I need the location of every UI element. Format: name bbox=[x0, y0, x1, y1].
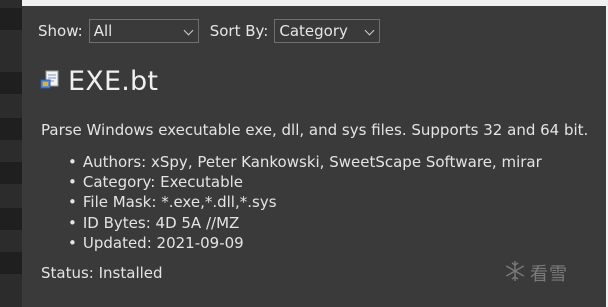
template-detail-panel: Show: All Sort By: Category EXE.bt Parse… bbox=[22, 6, 606, 307]
detail-value: Executable bbox=[160, 173, 243, 192]
detail-id-bytes: • ID Bytes: 4D 5A //MZ bbox=[68, 213, 240, 232]
show-label: Show: bbox=[38, 22, 83, 40]
gutter-cell bbox=[0, 8, 22, 30]
sort-by-label: Sort By: bbox=[209, 22, 269, 40]
detail-value: *.exe,*.dll,*.sys bbox=[161, 193, 277, 212]
show-select-value: All bbox=[93, 22, 113, 40]
sort-select-value: Category bbox=[279, 22, 348, 40]
filter-toolbar: Show: All Sort By: Category bbox=[38, 18, 381, 44]
detail-updated: • Updated: 2021-09-09 bbox=[68, 233, 244, 252]
detail-value: 2021-09-09 bbox=[156, 233, 244, 252]
gutter-cell bbox=[0, 72, 22, 94]
snowflake-icon bbox=[504, 260, 526, 286]
script-file-icon bbox=[40, 69, 62, 95]
show-select[interactable]: All bbox=[88, 19, 199, 43]
sort-by-select[interactable]: Category bbox=[274, 19, 381, 43]
template-title: EXE.bt bbox=[68, 66, 159, 97]
detail-category: • Category: Executable bbox=[68, 173, 243, 192]
watermark-text: 看雪 bbox=[530, 264, 568, 285]
template-header: EXE.bt bbox=[40, 66, 158, 97]
install-status: Status: Installed bbox=[41, 264, 163, 282]
gutter-cell bbox=[0, 162, 22, 184]
detail-file-mask: • File Mask: *.exe,*.dll,*.sys bbox=[68, 193, 277, 212]
detail-value: 4D 5A //MZ bbox=[155, 213, 240, 232]
gutter-cell bbox=[0, 252, 22, 274]
watermark: 看雪 bbox=[504, 260, 568, 286]
chevron-down-icon bbox=[364, 25, 375, 36]
gutter-cell bbox=[0, 118, 22, 140]
template-details-list: • Authors: xSpy, Peter Kankowski, SweetSc… bbox=[68, 152, 542, 253]
template-description: Parse Windows executable exe, dll, and s… bbox=[41, 121, 589, 139]
left-gutter bbox=[0, 0, 22, 307]
gutter-cell bbox=[0, 208, 22, 230]
chevron-down-icon bbox=[183, 25, 194, 36]
detail-value: xSpy, Peter Kankowski, SweetScape Softwa… bbox=[151, 153, 542, 171]
detail-authors: • Authors: xSpy, Peter Kankowski, SweetSc… bbox=[68, 153, 542, 171]
